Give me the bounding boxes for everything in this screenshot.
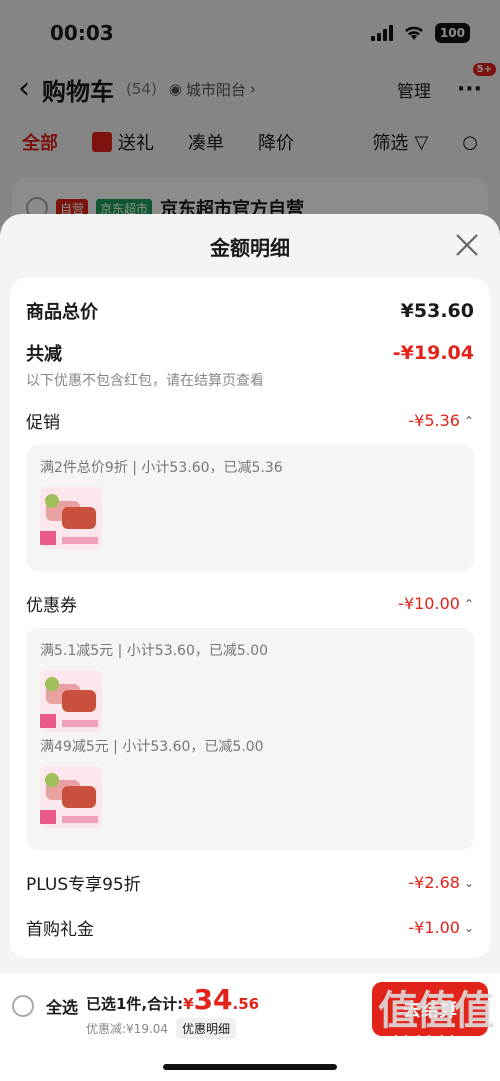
selected-text: 已选1件,合计: [86, 995, 184, 1013]
discount-value: -¥19.04 [392, 342, 474, 364]
coupon-line-1: 满5.1减5元 | 小计53.60，已减5.00 [40, 643, 269, 659]
plus-value: -¥2.68 [408, 873, 460, 892]
coupon-label: 优惠券 [26, 596, 77, 616]
chevron-up-icon: ⌃ [463, 596, 474, 611]
close-icon[interactable] [454, 232, 480, 258]
discount-row: 共减 -¥19.04 [26, 340, 474, 366]
discount-detail-button[interactable]: 优惠明细 [176, 1018, 237, 1039]
promo-box: 满2件总价9折 | 小计53.60，已减5.36 [26, 445, 474, 571]
promo-label: 促销 [26, 413, 60, 433]
coupon-value: -¥10.00 [398, 594, 460, 613]
promo-row[interactable]: 促销 -¥5.36 ⌃ [26, 408, 474, 433]
checkout-bar: 全选 已选1件,合计: ¥ 34 .56 优惠减:¥19.04 优惠明细 去结算… [0, 974, 500, 1081]
amount-detail-card: 商品总价 ¥53.60 共减 -¥19.04 以下优惠不包含红包，请在结算页查看… [10, 278, 490, 958]
amount-detail-sheet: 金额明细 商品总价 ¥53.60 共减 -¥19.04 以下优惠不包含红包，请在… [0, 214, 500, 974]
home-indicator [163, 1064, 337, 1070]
coupon-row[interactable]: 优惠券 -¥10.00 ⌃ [26, 591, 474, 616]
discount-note: 以下优惠不包含红包，请在结算页查看 [26, 373, 264, 389]
sheet-title: 金额明细 [210, 235, 290, 260]
total-decimal: .56 [232, 995, 260, 1013]
product-thumbnail[interactable] [40, 670, 102, 732]
total-currency: ¥ [183, 995, 194, 1013]
total-value: ¥53.60 [400, 300, 474, 322]
first-purchase-row[interactable]: 首购礼金 -¥1.00 ⌄ [26, 915, 474, 940]
order-summary: 已选1件,合计: ¥ 34 .56 优惠减:¥19.04 优惠明细 [86, 986, 259, 1039]
select-all-checkbox[interactable] [12, 995, 34, 1017]
promo-line: 满2件总价9折 | 小计53.60，已减5.36 [40, 460, 283, 476]
plus-label: PLUS专享95折 [26, 875, 141, 895]
chevron-down-icon: ⌄ [463, 875, 474, 890]
select-all[interactable]: 全选 [12, 994, 78, 1018]
plus-row[interactable]: PLUS专享95折 -¥2.68 ⌄ [26, 870, 474, 895]
product-thumbnail[interactable] [40, 487, 102, 549]
discount-summary: 优惠减:¥19.04 [86, 1022, 169, 1036]
total-integer: 34 [193, 983, 233, 1016]
first-purchase-value: -¥1.00 [408, 918, 460, 937]
first-purchase-label: 首购礼金 [26, 920, 94, 940]
chevron-down-icon: ⌄ [463, 920, 474, 935]
total-label: 商品总价 [26, 302, 98, 323]
coupon-box: 满5.1减5元 | 小计53.60，已减5.00 满49减5元 | 小计53.6… [26, 628, 474, 850]
total-row: 商品总价 ¥53.60 [26, 298, 474, 324]
discount-label: 共减 [26, 344, 62, 365]
promo-value: -¥5.36 [408, 411, 460, 430]
coupon-line-2: 满49减5元 | 小计53.60，已减5.00 [40, 739, 264, 755]
chevron-up-icon: ⌃ [463, 413, 474, 428]
watermark: 值值值 zhizhizhi.com [378, 988, 494, 1050]
product-thumbnail[interactable] [40, 766, 102, 828]
